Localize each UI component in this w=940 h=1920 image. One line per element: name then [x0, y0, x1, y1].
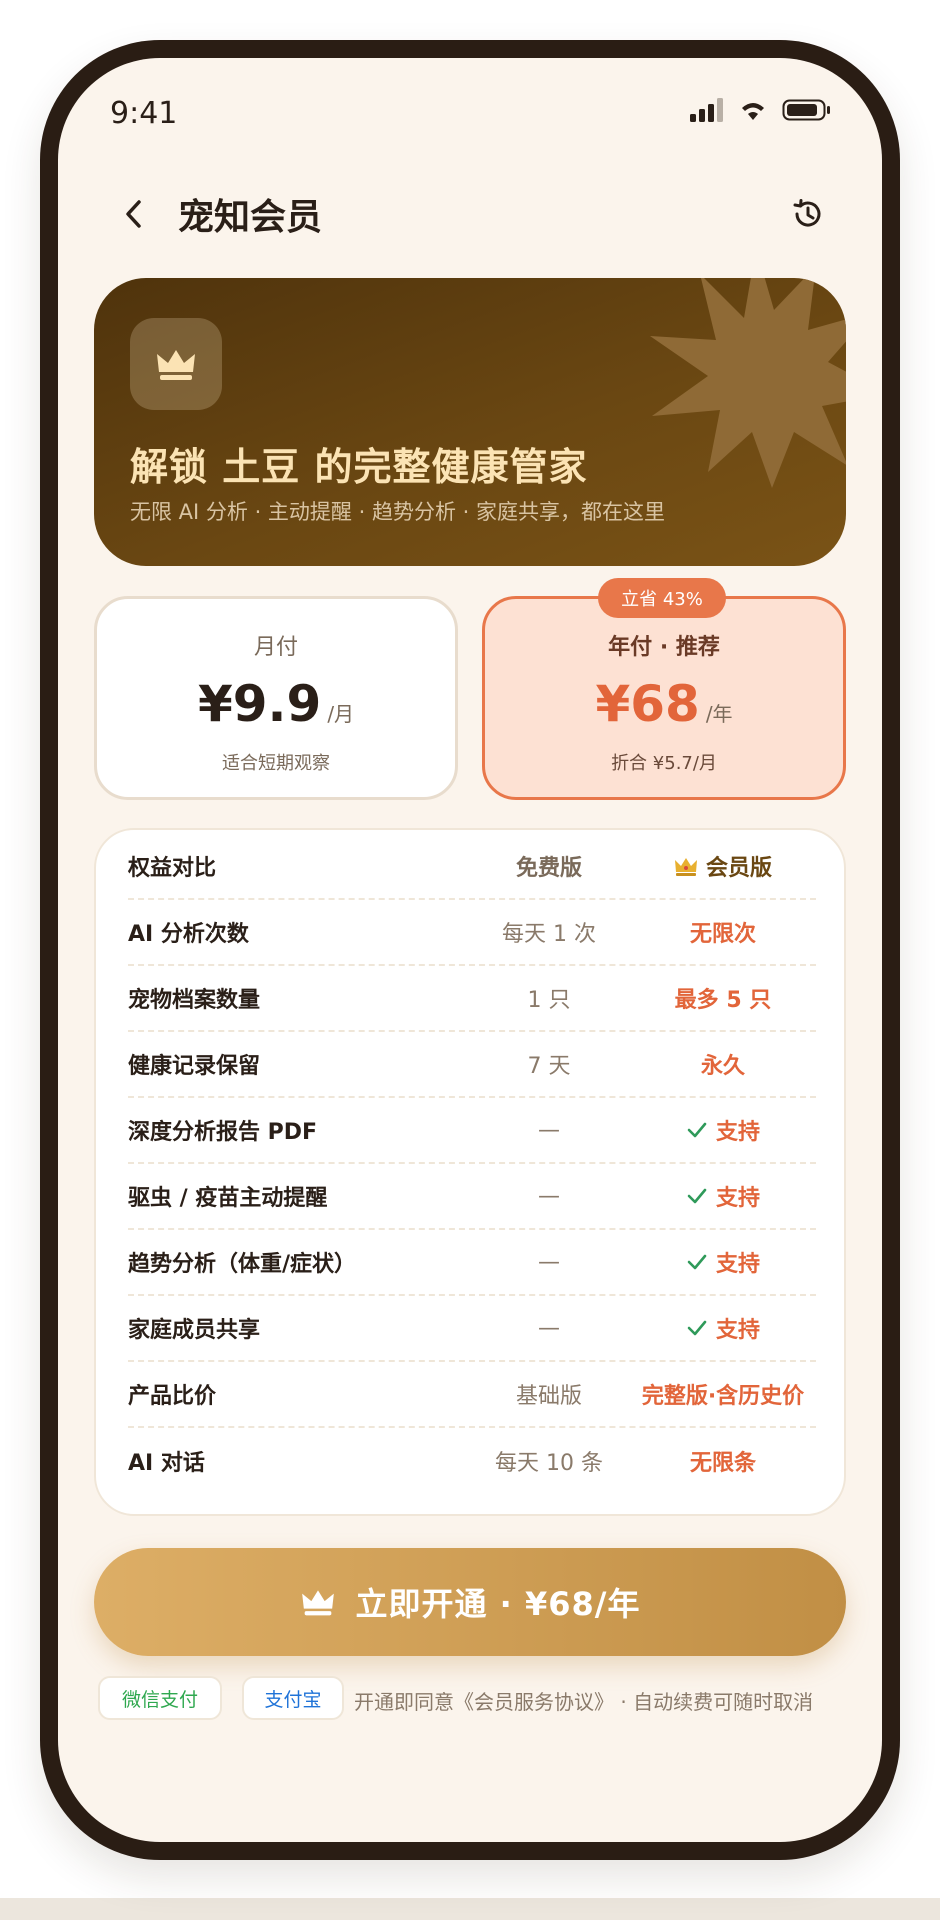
plan-price: ¥68 /年 — [485, 675, 843, 733]
row-feature: AI 对话 — [128, 1451, 205, 1476]
wifi-icon — [742, 103, 764, 120]
row-free-value: 7 天 — [527, 1054, 571, 1079]
vip-value-label: 支持 — [715, 1186, 760, 1211]
row-vip-value: 无限条 — [630, 1445, 816, 1477]
back-button[interactable] — [106, 186, 162, 242]
plan-card-monthly[interactable]: 月付 ¥9.9 /月 适合短期观察 — [94, 596, 458, 800]
table-row: 健康记录保留 7 天 永久 — [128, 1032, 816, 1098]
plan-price: ¥9.9 /月 — [97, 675, 455, 733]
row-vip-value: 无限次 — [630, 916, 816, 948]
phone-frame: 9:41 宠知会员 解锁 土豆 的完整健康管家 无限 AI 分析 · 主动提醒 … — [40, 40, 900, 1860]
crown-icon — [157, 350, 195, 380]
header-feature: 权益对比 — [128, 856, 217, 881]
row-free-value: — — [538, 1249, 560, 1275]
crown-emoji-icon — [674, 858, 697, 876]
vip-value-label: 完整版·含历史价 — [641, 1384, 805, 1409]
price-unit: /月 — [327, 702, 355, 726]
row-feature: 趋势分析（体重/症状） — [128, 1252, 357, 1277]
chevron-left-icon — [126, 200, 141, 228]
table-row: 产品比价 基础版 完整版·含历史价 — [128, 1362, 816, 1428]
price-amount: ¥9.9 — [197, 675, 322, 733]
vip-value-label: 永久 — [700, 1054, 745, 1079]
row-feature: 家庭成员共享 — [128, 1318, 261, 1343]
row-vip-value: 永久 — [630, 1048, 816, 1080]
row-feature: 宠物档案数量 — [128, 988, 261, 1013]
history-icon — [793, 199, 821, 227]
vip-value-label: 支持 — [715, 1318, 760, 1343]
table-row: 宠物档案数量 1 只 最多 5 只 — [128, 966, 816, 1032]
row-free-value: 基础版 — [515, 1384, 582, 1409]
vip-value-label: 无限次 — [689, 922, 756, 947]
wechat-pay-option[interactable]: 微信支付 — [98, 1676, 222, 1720]
status-time: 9:41 — [110, 96, 178, 131]
row-vip-value: 支持 — [630, 1312, 816, 1344]
alipay-option[interactable]: 支付宝 — [242, 1676, 344, 1720]
plan-note: 适合短期观察 — [222, 753, 330, 774]
row-vip-value: 最多 5 只 — [630, 982, 816, 1014]
row-vip-value: 完整版·含历史价 — [630, 1378, 816, 1410]
row-feature: AI 分析次数 — [128, 922, 249, 947]
row-free-value: — — [538, 1315, 560, 1341]
row-feature: 驱虫 / 疫苗主动提醒 — [128, 1186, 328, 1211]
table-row: AI 对话 每天 10 条 无限条 — [128, 1428, 816, 1494]
header-vip: 会员版 — [630, 850, 816, 882]
starburst-decoration — [650, 278, 846, 488]
price-unit: /年 — [705, 702, 733, 726]
page-bottom-strip — [0, 1898, 940, 1920]
row-free-value: — — [538, 1183, 560, 1209]
table-row: 家庭成员共享 — 支持 — [128, 1296, 816, 1362]
row-vip-value: 支持 — [630, 1114, 816, 1146]
crown-icon — [301, 1590, 334, 1616]
battery-icon — [782, 99, 830, 121]
table-row: 深度分析报告 PDF — 支持 — [128, 1098, 816, 1164]
table-row: 趋势分析（体重/症状） — 支持 — [128, 1230, 816, 1296]
price-amount: ¥68 — [595, 675, 700, 733]
status-icons — [690, 98, 832, 122]
row-feature: 健康记录保留 — [128, 1054, 261, 1079]
vip-value-label: 支持 — [715, 1252, 760, 1277]
table-row: 驱虫 / 疫苗主动提醒 — 支持 — [128, 1164, 816, 1230]
row-free-value: 每天 10 条 — [495, 1451, 603, 1476]
phone-screen: 9:41 宠知会员 解锁 土豆 的完整健康管家 无限 AI 分析 · 主动提醒 … — [58, 58, 882, 1842]
row-vip-value: 支持 — [630, 1246, 816, 1278]
vip-value-label: 无限条 — [689, 1451, 756, 1476]
plan-name: 年付 · 推荐 — [608, 635, 720, 660]
row-feature: 深度分析报告 PDF — [128, 1120, 318, 1145]
page-title: 宠知会员 — [178, 197, 323, 238]
row-free-value: — — [538, 1117, 560, 1143]
subscribe-button[interactable]: 立即开通 · ¥68/年 — [94, 1548, 846, 1656]
row-free-value: 1 只 — [527, 988, 571, 1013]
header-free: 免费版 — [515, 856, 582, 881]
plan-card-yearly[interactable]: 年付 · 推荐 ¥68 /年 折合 ¥5.7/月 — [482, 596, 846, 800]
history-button[interactable] — [782, 188, 834, 240]
hero-subtitle: 无限 AI 分析 · 主动提醒 · 趋势分析 · 家庭共享，都在这里 — [130, 500, 665, 524]
subscribe-button-label: 立即开通 · ¥68/年 — [355, 1585, 641, 1623]
plan-name: 月付 — [253, 635, 298, 660]
check-icon — [687, 1254, 707, 1270]
check-icon — [687, 1320, 707, 1336]
crown-badge — [130, 318, 222, 410]
check-icon — [687, 1188, 707, 1204]
signal-icon — [690, 98, 723, 122]
check-icon — [687, 1122, 707, 1138]
vip-value-label: 最多 5 只 — [674, 988, 772, 1013]
header-vip-label: 会员版 — [705, 856, 772, 881]
vip-value-label: 支持 — [715, 1120, 760, 1145]
row-free-value: 每天 1 次 — [502, 922, 596, 947]
table-row: AI 分析次数 每天 1 次 无限次 — [128, 900, 816, 966]
hero-title: 解锁 土豆 的完整健康管家 — [130, 445, 588, 489]
membership-hero-banner: 解锁 土豆 的完整健康管家 无限 AI 分析 · 主动提醒 · 趋势分析 · 家… — [94, 278, 846, 566]
benefits-table: 权益对比 免费版 会员版 AI 分析次数 每天 1 次 无限次 宠物档案数量 1… — [94, 828, 846, 1516]
plan-note: 折合 ¥5.7/月 — [611, 753, 717, 774]
save-badge: 立省 43% — [598, 578, 726, 618]
agreement-text[interactable]: 开通即同意《会员服务协议》 · 自动续费可随时取消 — [354, 1686, 813, 1715]
row-feature: 产品比价 — [128, 1384, 217, 1409]
table-header-row: 权益对比 免费版 会员版 — [128, 834, 816, 900]
row-vip-value: 支持 — [630, 1180, 816, 1212]
